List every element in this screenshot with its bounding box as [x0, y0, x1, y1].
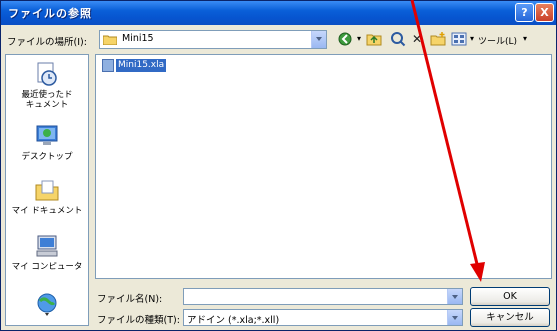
title-bar[interactable]: ファイルの参照 ? X — [1, 1, 556, 25]
up-folder-icon[interactable] — [365, 31, 383, 47]
chevron-down-icon[interactable] — [311, 31, 326, 48]
place-label: マイ コンピュータ — [11, 262, 83, 272]
place-label: マイ ドキュメント — [11, 206, 83, 216]
tools-menu[interactable]: ツール(L) — [478, 34, 517, 47]
filename-label: ファイル名(N): — [97, 294, 163, 305]
desktop-icon — [34, 123, 60, 149]
views-icon[interactable] — [450, 31, 468, 47]
place-label: デスクトップ — [21, 152, 73, 162]
dialog-title: ファイルの参照 — [8, 7, 92, 20]
excel-addin-file-icon — [102, 59, 114, 72]
place-recent-documents[interactable]: 最近使ったド キュメント — [6, 61, 88, 110]
lookin-value: Mini15 — [122, 33, 154, 44]
help-button[interactable]: ? — [515, 3, 534, 22]
file-list[interactable]: Mini15.xla — [95, 54, 552, 279]
chevron-down-icon[interactable] — [447, 289, 462, 304]
file-name: Mini15.xla — [116, 59, 167, 72]
place-label: 最近使ったド キュメント — [21, 90, 73, 110]
lookin-combo[interactable]: Mini15 — [99, 30, 327, 49]
my-documents-icon — [34, 177, 60, 203]
filetype-combo[interactable]: アドイン (*.xla;*.xll) — [183, 309, 463, 326]
chevron-down-icon[interactable] — [447, 310, 462, 325]
new-folder-icon[interactable] — [429, 31, 447, 47]
search-web-icon[interactable] — [389, 31, 407, 47]
place-desktop[interactable]: デスクトップ — [6, 123, 88, 162]
my-computer-icon — [34, 233, 60, 259]
folder-icon — [102, 34, 118, 46]
place-my-documents[interactable]: マイ ドキュメント — [6, 177, 88, 216]
delete-icon[interactable]: ✕ — [409, 31, 425, 47]
tools-dropdown-icon[interactable]: ▾ — [521, 31, 529, 47]
recent-documents-icon — [34, 61, 60, 87]
filetype-label: ファイルの種類(T): — [97, 315, 180, 326]
filetype-value: アドイン (*.xla;*.xll) — [187, 315, 280, 326]
network-places-icon — [34, 291, 60, 317]
cancel-button[interactable]: キャンセル — [470, 308, 550, 327]
place-network[interactable] — [6, 291, 88, 320]
back-icon[interactable] — [336, 31, 354, 47]
close-button[interactable]: X — [535, 3, 554, 22]
views-dropdown-icon[interactable]: ▾ — [468, 31, 476, 47]
places-bar: 最近使ったド キュメント デスクトップ マイ ドキュメント マイ コンピュータ — [5, 54, 89, 326]
filename-combo[interactable] — [183, 288, 463, 305]
place-my-computer[interactable]: マイ コンピュータ — [6, 233, 88, 272]
lookin-label: ファイルの場所(I): — [7, 37, 87, 48]
ok-button[interactable]: OK — [470, 287, 550, 306]
file-browse-dialog: ファイルの参照 ? X ファイルの場所(I): Mini15 ▾ ✕ ▾ ツール… — [0, 0, 557, 331]
back-dropdown-icon[interactable]: ▾ — [355, 31, 363, 47]
